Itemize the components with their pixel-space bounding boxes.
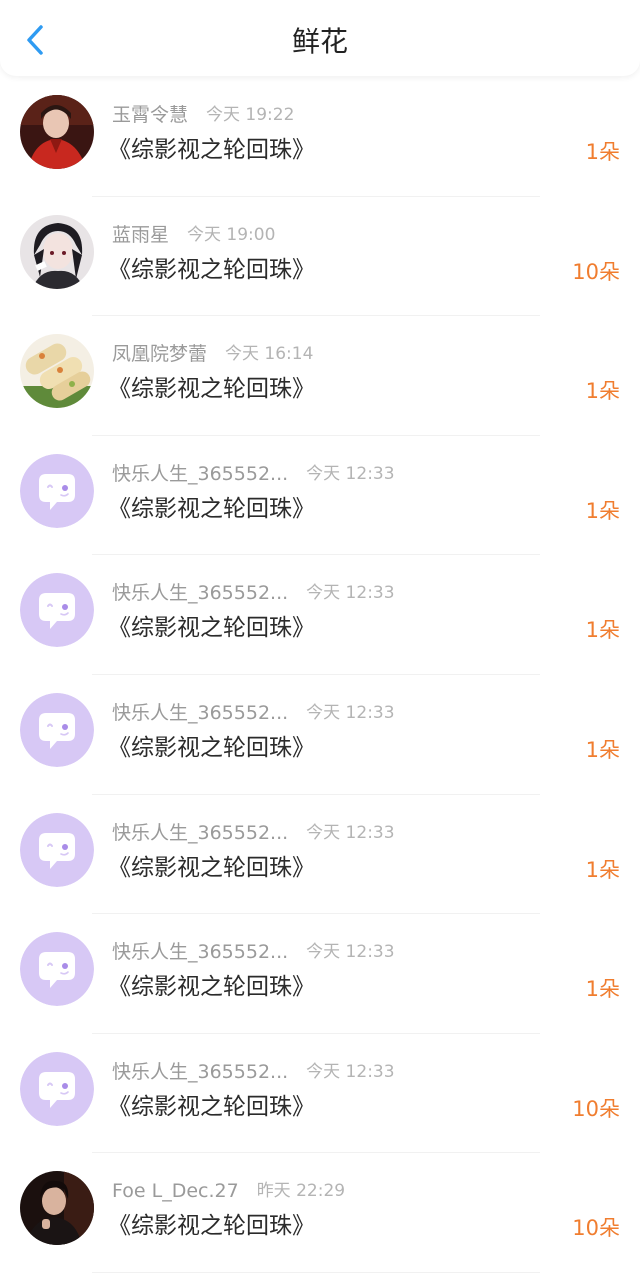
item-meta: 快乐人生_365552... 今天 12:33: [112, 1058, 395, 1086]
avatar: [20, 95, 94, 169]
book-title: 《综影视之轮回珠》: [108, 734, 315, 761]
flower-count: 10朵: [572, 1216, 620, 1241]
username: 凤凰院梦蕾: [112, 343, 208, 366]
book-title: 《综影视之轮回珠》: [108, 137, 315, 163]
book-title: 《综影视之轮回珠》: [108, 854, 315, 881]
list-item[interactable]: 玉霄令慧 今天 19:22 《综影视之轮回珠》 1朵: [0, 77, 640, 197]
book-title: 《综影视之轮回珠》: [108, 256, 315, 283]
timestamp: 今天 16:14: [225, 344, 314, 365]
user-photo: [20, 1171, 94, 1246]
username: 快乐人生_365552...: [112, 701, 289, 724]
item-meta: 快乐人生_365552... 今天 12:33: [112, 819, 395, 847]
chat-bubble-icon: [20, 932, 94, 1007]
list-item[interactable]: 快乐人生_365552... 今天 12:33 《综影视之轮回珠》 1朵: [0, 795, 640, 915]
flower-count: 1朵: [585, 737, 620, 762]
avatar: [20, 214, 94, 289]
item-meta: 快乐人生_365552... 今天 12:33: [112, 460, 395, 488]
avatar: [20, 1171, 94, 1246]
page-title: 鲜花: [291, 25, 348, 58]
avatar: [20, 1051, 94, 1126]
chat-bubble-icon: [20, 453, 94, 528]
flower-count: 1朵: [585, 498, 620, 523]
timestamp: 今天 19:00: [187, 224, 276, 245]
flower-count: 1朵: [585, 857, 620, 882]
avatar: [20, 334, 94, 409]
username: 快乐人生_365552...: [112, 582, 289, 605]
book-title: 《综影视之轮回珠》: [108, 1093, 315, 1120]
avatar: [20, 932, 94, 1007]
list-item[interactable]: 快乐人生_365552... 今天 12:33 《综影视之轮回珠》 1朵: [0, 914, 640, 1034]
flower-count: 1朵: [585, 140, 620, 164]
timestamp: 今天 12:33: [306, 583, 395, 604]
username: 快乐人生_365552...: [112, 1060, 289, 1083]
book-title: 《综影视之轮回珠》: [108, 974, 315, 1001]
item-meta: 快乐人生_365552... 今天 12:33: [112, 579, 395, 607]
user-photo: [20, 95, 94, 169]
item-meta: 凤凰院梦蕾 今天 16:14: [112, 340, 313, 368]
timestamp: 今天 12:33: [306, 942, 395, 963]
flower-count: 1朵: [585, 379, 620, 404]
flower-count: 1朵: [585, 977, 620, 1002]
list-item[interactable]: 快乐人生_365552... 今天 12:33 《综影视之轮回珠》 10朵: [0, 1034, 640, 1154]
item-meta: 玉霄令慧 今天 19:22: [112, 101, 294, 129]
chat-bubble-icon: [20, 1051, 94, 1126]
timestamp: 今天 12:33: [306, 822, 395, 843]
item-meta: Foe L_Dec.27 昨天 22:29: [112, 1177, 345, 1205]
username: 快乐人生_365552...: [112, 821, 289, 844]
list-item[interactable]: 凤凰院梦蕾 今天 16:14 《综影视之轮回珠》 1朵: [0, 316, 640, 436]
avatar: [20, 453, 94, 528]
username: 蓝雨星: [112, 223, 170, 246]
username: 快乐人生_365552...: [112, 941, 289, 964]
item-meta: 快乐人生_365552... 今天 12:33: [112, 938, 395, 966]
flower-count: 10朵: [572, 259, 620, 284]
list-item[interactable]: 快乐人生_365552... 今天 12:33 《综影视之轮回珠》 1朵: [0, 436, 640, 556]
username: 快乐人生_365552...: [112, 462, 289, 485]
chat-bubble-icon: [20, 573, 94, 648]
timestamp: 今天 12:33: [306, 463, 395, 484]
timestamp: 今天 12:33: [306, 1061, 395, 1082]
flower-count: 1朵: [585, 618, 620, 643]
timestamp: 今天 12:33: [306, 702, 395, 723]
food-photo: [20, 334, 94, 409]
timestamp: 昨天 22:29: [256, 1181, 346, 1202]
user-photo: [20, 214, 94, 289]
chat-bubble-icon: [20, 812, 94, 887]
username: Foe L_Dec.27: [112, 1180, 239, 1203]
avatar: [20, 812, 94, 887]
book-title: 《综影视之轮回珠》: [108, 495, 315, 522]
username: 玉霄令慧: [112, 104, 189, 126]
flower-count: 10朵: [572, 1096, 620, 1121]
book-title: 《综影视之轮回珠》: [108, 615, 315, 642]
book-title: 《综影视之轮回珠》: [108, 1213, 315, 1240]
book-title: 《综影视之轮回珠》: [108, 376, 315, 403]
item-meta: 快乐人生_365552... 今天 12:33: [112, 699, 395, 727]
item-meta: 蓝雨星 今天 19:00: [112, 221, 275, 249]
list-item[interactable]: 蓝雨星 今天 19:00 《综影视之轮回珠》 10朵: [0, 197, 640, 317]
list-item[interactable]: 快乐人生_365552... 今天 12:33 《综影视之轮回珠》 1朵: [0, 675, 640, 795]
list-item[interactable]: 快乐人生_365552... 今天 12:33 《综影视之轮回珠》 1朵: [0, 555, 640, 675]
avatar: [20, 573, 94, 648]
avatar: [20, 692, 94, 767]
top-bar: 鲜花: [0, 0, 640, 76]
timestamp: 今天 19:22: [206, 105, 295, 125]
chat-bubble-icon: [20, 692, 94, 767]
flower-record-list: 玉霄令慧 今天 19:22 《综影视之轮回珠》 1朵 蓝雨星 今天 19:00 《综…: [0, 77, 640, 1273]
